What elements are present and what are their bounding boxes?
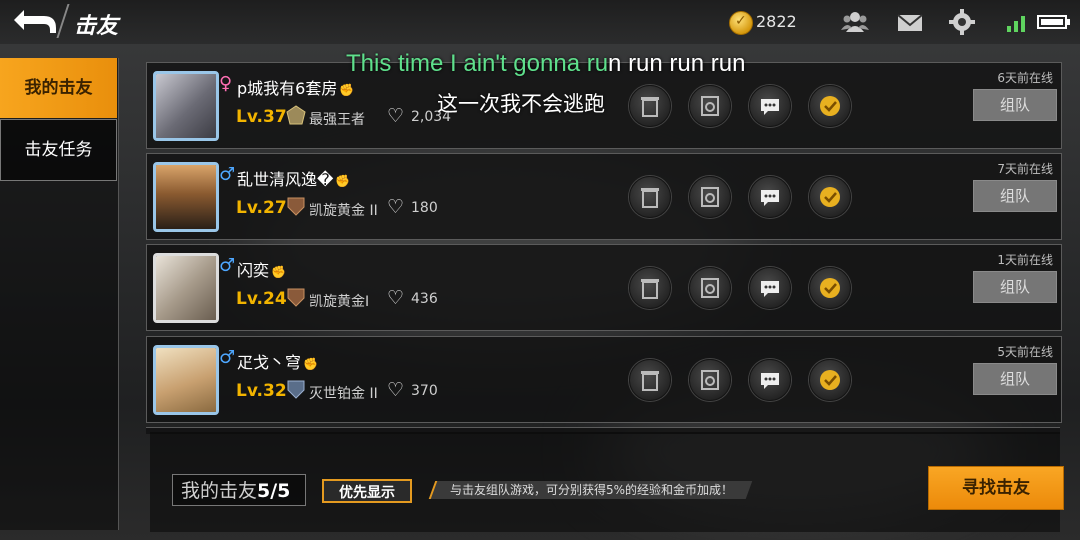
history-icon [701,187,719,207]
chat-button[interactable] [749,176,791,218]
heart-icon: ♡ [387,196,405,218]
friend-rank: 凯旋黄金 II [309,203,378,219]
gift-coin-button[interactable] [809,359,851,401]
chat-button[interactable] [749,85,791,127]
history-button[interactable] [689,267,731,309]
nav-my-friends[interactable]: 我的击友 [0,58,117,118]
friend-name: 疋戈丶穹 ✊ [237,353,318,372]
avatar[interactable] [153,253,219,323]
delete-friend-button[interactable] [629,176,671,218]
coin-gift-icon [820,278,840,298]
chat-button[interactable] [749,359,791,401]
team-up-button[interactable]: 组队 [973,180,1057,212]
team-up-button[interactable]: 组队 [973,89,1057,121]
avatar[interactable] [153,162,219,232]
heart-icon: ♡ [387,105,405,127]
friend-name: p城我有6套房 ✊ [237,79,355,98]
team-up-button[interactable]: 组队 [973,363,1057,395]
delete-friend-button[interactable] [629,85,671,127]
history-button[interactable] [689,85,731,127]
mail-icon[interactable] [895,8,925,36]
friend-level: Lv.32 [236,381,287,401]
heart-icon: ♡ [387,287,405,309]
find-friends-button[interactable]: 寻找击友 [928,466,1064,510]
friend-count: 我的击友5/5 [172,474,306,506]
trash-icon [641,97,659,117]
coin-icon [729,11,753,35]
gift-coin-button[interactable] [809,176,851,218]
top-bar: 击友 2822 [0,0,1080,44]
heart-icon: ♡ [387,379,405,401]
rank-gold-icon [287,288,305,307]
priority-display-button[interactable]: 优先显示 [322,479,412,503]
chat-button[interactable] [749,267,791,309]
friend-likes: 436 [411,291,438,307]
last-online: 1天前在线 [997,253,1053,267]
friend-likes: 180 [411,200,438,216]
avatar[interactable] [153,345,219,415]
chat-bubble-icon [761,281,779,297]
glove-icon: ✊ [339,83,355,97]
delete-friend-button[interactable] [629,359,671,401]
friend-rank: 凯旋黄金I [309,294,370,310]
chat-bubble-icon [761,373,779,389]
subtitle-english: This time I ain't gonna run run run run [346,50,746,77]
trash-icon [641,188,659,208]
settings-gear-icon[interactable] [947,8,977,36]
coin-gift-icon [820,96,840,116]
bonus-tip: 与击友组队游戏，可分别获得5%的经验和金币加成！ [428,481,753,499]
last-online: 7天前在线 [997,162,1053,176]
friend-rank: 最强王者 [309,112,365,128]
gift-coin-button[interactable] [809,267,851,309]
glove-icon: ✊ [271,265,286,279]
friend-name: 乱世清风逸� ✊ [237,170,351,189]
page-title: 击友 [74,14,119,39]
title-divider [56,4,70,38]
delete-friend-button[interactable] [629,267,671,309]
friends-icon[interactable] [840,8,870,36]
last-online: 6天前在线 [997,71,1053,85]
nav-friend-tasks[interactable]: 击友任务 [0,119,117,181]
back-arrow-icon[interactable] [10,6,58,36]
history-button[interactable] [689,359,731,401]
rank-gold-icon [287,197,305,216]
friend-rank: 灭世铂金 II [309,386,378,402]
friend-name: 闪奕 ✊ [237,261,286,280]
friend-row: ♂ 乱世清风逸� ✊ Lv.27 凯旋黄金 II ♡ 180 7天前在线 组队 [146,153,1062,240]
glove-icon: ✊ [303,357,318,371]
signal-icon [1007,16,1025,32]
history-icon [701,96,719,116]
subtitle-chinese: 这一次我不会逃跑 [437,92,605,116]
trash-icon [641,279,659,299]
gift-coin-button[interactable] [809,85,851,127]
trash-icon [641,371,659,391]
history-icon [701,278,719,298]
team-up-button[interactable]: 组队 [973,271,1057,303]
left-nav: 我的击友 击友任务 [0,58,119,530]
coin-balance: 2822 [756,12,797,31]
history-icon [701,370,719,390]
coin-gift-icon [820,187,840,207]
coin-gift-icon [820,370,840,390]
rank-platinum-icon [287,380,305,399]
history-button[interactable] [689,176,731,218]
avatar[interactable] [153,71,219,141]
friend-row: ♂ 疋戈丶穹 ✊ Lv.32 灭世铂金 II ♡ 370 5天前在线 组队 [146,336,1062,423]
friend-level: Lv.24 [236,289,287,309]
friend-level: Lv.27 [236,198,287,218]
chat-bubble-icon [761,190,779,206]
rank-king-icon [286,105,306,125]
friend-row: ♂ 闪奕 ✊ Lv.24 凯旋黄金I ♡ 436 1天前在线 组队 [146,244,1062,331]
chat-bubble-icon [761,99,779,115]
glove-icon: ✊ [335,174,351,188]
battery-icon [1037,15,1070,29]
friend-level: Lv.37 [236,107,287,127]
friend-likes: 370 [411,383,438,399]
last-online: 5天前在线 [997,345,1053,359]
